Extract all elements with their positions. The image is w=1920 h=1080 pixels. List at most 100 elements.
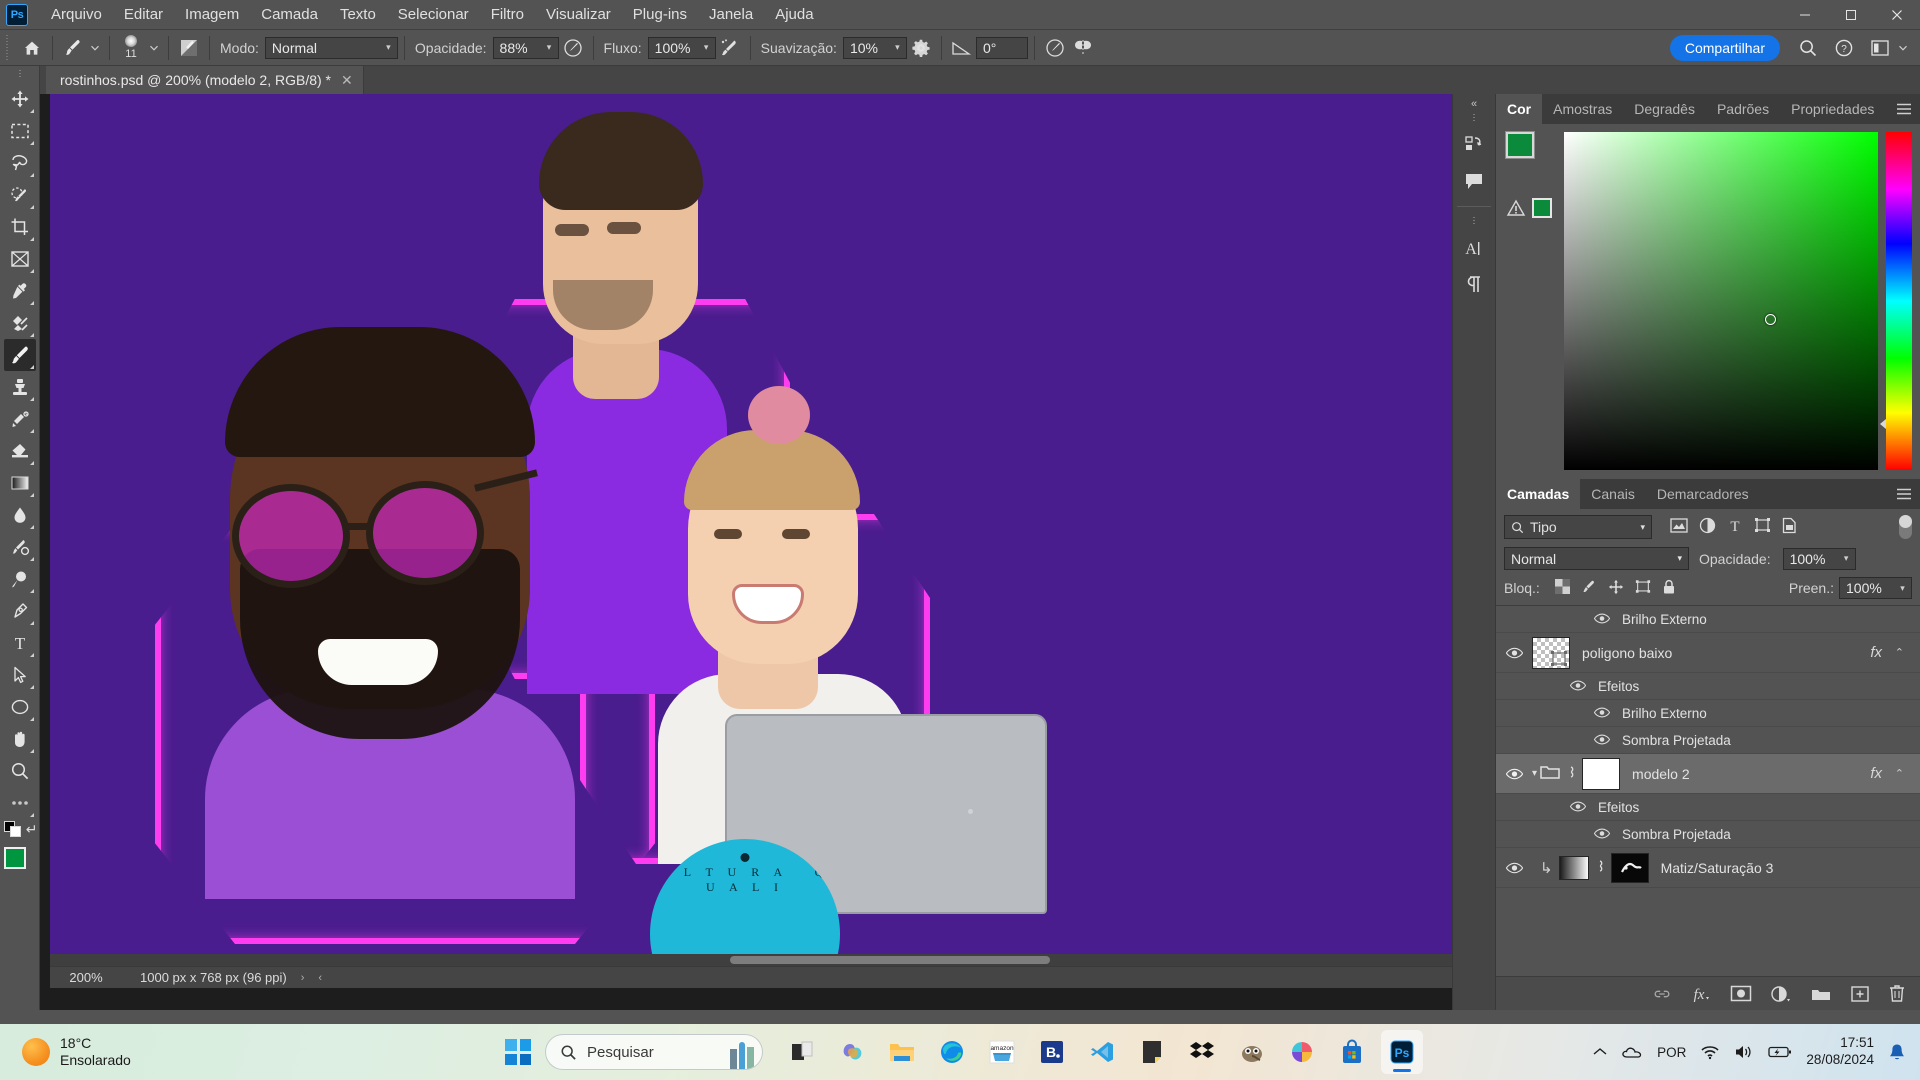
blend-mode-select[interactable]: Normal ▾: [264, 36, 398, 59]
layer-row-modelo-2[interactable]: ▾ modelo 2 fx ⌃: [1496, 754, 1920, 794]
menu-imagem[interactable]: Imagem: [174, 2, 250, 27]
menu-ajuda[interactable]: Ajuda: [764, 2, 824, 27]
tab-cor[interactable]: Cor: [1496, 94, 1543, 124]
layer-effect-row[interactable]: Brilho Externo: [1496, 606, 1920, 633]
close-button[interactable]: [1874, 0, 1920, 30]
chevron-left-icon[interactable]: «: [1471, 98, 1477, 110]
eyedropper-tool[interactable]: [4, 275, 36, 307]
layer-effect-row[interactable]: Sombra Projetada: [1496, 727, 1920, 754]
blur-tool[interactable]: [4, 499, 36, 531]
windows-start-icon[interactable]: [497, 1030, 539, 1074]
type-filter-icon[interactable]: T: [1727, 517, 1743, 538]
copilot-icon[interactable]: [831, 1030, 873, 1074]
color-panel-swatches[interactable]: [1505, 131, 1552, 176]
healing-brush-tool[interactable]: [4, 307, 36, 339]
workspace-icon[interactable]: [1866, 34, 1894, 62]
airbrush-icon[interactable]: [716, 34, 744, 62]
hand-tool[interactable]: [4, 723, 36, 755]
eye-icon[interactable]: [1593, 706, 1611, 721]
menu-camada[interactable]: Camada: [250, 2, 329, 27]
move-tool[interactable]: [4, 83, 36, 115]
adjustment-filter-icon[interactable]: [1699, 517, 1716, 538]
color-picker-cursor[interactable]: [1765, 314, 1776, 325]
brush-settings-icon[interactable]: [175, 34, 203, 62]
wifi-icon[interactable]: [1700, 1045, 1720, 1060]
gradient-tool[interactable]: [4, 467, 36, 499]
layer-opacity-input[interactable]: 100% ▾: [1782, 547, 1856, 570]
canvas-horizontal-scroll-thumb[interactable]: [730, 956, 1050, 964]
minimize-button[interactable]: [1782, 0, 1828, 30]
layer-effect-row[interactable]: Sombra Projetada: [1496, 821, 1920, 848]
eye-icon[interactable]: [1569, 679, 1587, 694]
layer-row-matiz-saturacao-3[interactable]: ↳ Matiz/Saturação 3: [1496, 848, 1920, 888]
file-explorer-icon[interactable]: [881, 1030, 923, 1074]
hue-slider[interactable]: [1886, 132, 1912, 470]
gamut-warning[interactable]: [1506, 198, 1552, 218]
chevron-up-icon[interactable]: ⌃: [1895, 767, 1904, 780]
paint-icon[interactable]: [1281, 1030, 1323, 1074]
tools-panel-grip[interactable]: [14, 70, 25, 79]
menu-selecionar[interactable]: Selecionar: [387, 2, 480, 27]
eraser-tool[interactable]: [4, 435, 36, 467]
menu-visualizar[interactable]: Visualizar: [535, 2, 622, 27]
layer-visibility-toggle[interactable]: [1496, 862, 1532, 874]
layer-filter-type-select[interactable]: Tipo ▾: [1504, 515, 1652, 539]
tab-propriedades[interactable]: Propriedades: [1780, 94, 1885, 124]
menu-texto[interactable]: Texto: [329, 2, 387, 27]
panel-menu-icon[interactable]: [1896, 102, 1912, 119]
lock-image-icon[interactable]: [1581, 579, 1597, 598]
link-mask-icon[interactable]: [1565, 764, 1577, 783]
brush-preset-chevron-icon[interactable]: [87, 34, 103, 62]
group-expand-icon[interactable]: ▾: [1532, 768, 1537, 779]
symmetry-butterfly-icon[interactable]: [1069, 34, 1097, 62]
tab-canais[interactable]: Canais: [1580, 479, 1646, 509]
layer-visibility-toggle[interactable]: [1496, 768, 1532, 780]
link-mask-icon[interactable]: [1594, 858, 1606, 877]
mini-dock-grip[interactable]: [1469, 114, 1479, 122]
status-expand-arrow[interactable]: ›: [301, 972, 305, 984]
layer-fx-badge[interactable]: fx: [1870, 644, 1882, 661]
gimp-icon[interactable]: [1231, 1030, 1273, 1074]
chevron-up-icon[interactable]: ⌃: [1895, 646, 1904, 659]
path-selection-tool[interactable]: [4, 659, 36, 691]
menu-filtro[interactable]: Filtro: [480, 2, 535, 27]
canvas-horizontal-scrollbar[interactable]: [50, 954, 1462, 966]
task-view-icon[interactable]: [781, 1030, 823, 1074]
lock-position-icon[interactable]: [1608, 579, 1624, 598]
adjustment-layer-icon[interactable]: [1770, 985, 1792, 1003]
lasso-tool[interactable]: [4, 147, 36, 179]
delete-layer-icon[interactable]: [1888, 984, 1906, 1003]
layer-thumbnail[interactable]: [1532, 636, 1570, 669]
language-indicator[interactable]: POR: [1657, 1045, 1686, 1060]
clone-stamp-tool[interactable]: [4, 371, 36, 403]
layer-mask-icon[interactable]: [1730, 985, 1752, 1002]
document-canvas[interactable]: A L T U R A Q U A L I 200% 1000 px x 768…: [50, 94, 1476, 988]
character-panel-icon[interactable]: A: [1457, 231, 1491, 265]
tab-camadas[interactable]: Camadas: [1496, 479, 1581, 509]
object-selection-tool[interactable]: [4, 179, 36, 211]
layer-mask-thumbnail[interactable]: [1582, 757, 1621, 790]
default-colors-icon-bg[interactable]: [9, 826, 21, 837]
search-icon[interactable]: [1794, 34, 1822, 62]
color-picker-field[interactable]: [1564, 132, 1912, 470]
default-colors-and-swap[interactable]: ↵: [2, 821, 38, 839]
layer-fill-input[interactable]: 100% ▾: [1839, 577, 1912, 599]
frame-tool[interactable]: [4, 243, 36, 275]
sponge-tool[interactable]: [4, 563, 36, 595]
battery-charging-icon[interactable]: [1768, 1045, 1792, 1059]
history-brush-tool[interactable]: [4, 403, 36, 435]
weather-widget[interactable]: 18°C Ensolarado: [22, 1035, 131, 1070]
amazon-icon[interactable]: amazon: [981, 1030, 1023, 1074]
tab-amostras[interactable]: Amostras: [1542, 94, 1623, 124]
close-icon[interactable]: ✕: [341, 72, 353, 89]
layer-effect-row[interactable]: Brilho Externo: [1496, 700, 1920, 727]
foreground-color-swatch[interactable]: [3, 847, 26, 869]
brush-tool[interactable]: [3, 339, 36, 371]
shape-filter-icon[interactable]: [1754, 517, 1771, 537]
layer-visibility-toggle[interactable]: [1496, 647, 1532, 659]
paragraph-panel-icon[interactable]: [1457, 267, 1491, 301]
layer-mask-thumbnail[interactable]: [1610, 852, 1649, 883]
volume-icon[interactable]: [1734, 1044, 1754, 1060]
microsoft-edge-icon[interactable]: [931, 1030, 973, 1074]
photoshop-icon[interactable]: Ps: [1381, 1030, 1423, 1074]
